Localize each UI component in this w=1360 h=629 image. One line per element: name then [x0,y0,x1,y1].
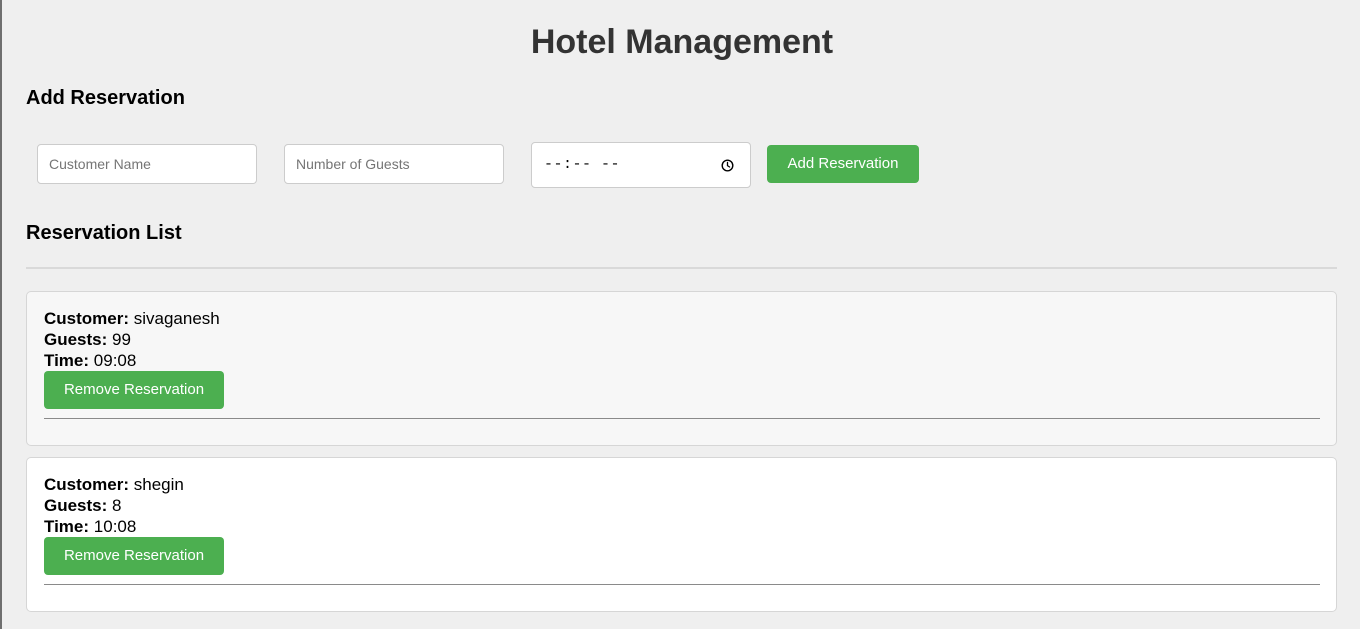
customer-field: Customer: sivaganesh [44,308,220,329]
number-of-guests-input[interactable] [284,144,504,184]
customer-field: Customer: shegin [44,474,184,495]
clock-icon[interactable] [721,159,734,172]
time-value: 09:08 [93,351,137,370]
guests-label: Guests: [44,496,108,515]
guests-field: Guests: 8 [44,495,122,516]
remove-reservation-button[interactable]: Remove Reservation [44,537,224,575]
reservation-card: Customer: shegin Guests: 8 Time: 10:08 R… [26,457,1337,612]
time-label: Time: [44,351,90,370]
customer-value: sivaganesh [133,309,220,328]
add-reservation-button[interactable]: Add Reservation [767,145,919,183]
guests-field: Guests: 99 [44,329,131,350]
add-reservation-heading: Add Reservation [26,87,185,109]
customer-label: Customer: [44,309,130,328]
page-title: Hotel Management [530,23,834,61]
guests-label: Guests: [44,330,108,349]
remove-reservation-button[interactable]: Remove Reservation [44,371,224,409]
reservation-card: Customer: sivaganesh Guests: 99 Time: 09… [26,291,1337,446]
time-field: Time: 09:08 [44,350,136,371]
card-divider [44,418,1320,419]
card-divider [44,584,1320,585]
reservation-list-heading: Reservation List [26,222,182,244]
guests-value: 8 [112,496,122,515]
customer-label: Customer: [44,475,130,494]
customer-name-input[interactable] [37,144,257,184]
guests-value: 99 [112,330,131,349]
time-input-value: --:-- -- [544,156,621,173]
time-input[interactable]: --:-- -- [531,142,751,188]
time-field: Time: 10:08 [44,516,136,537]
time-label: Time: [44,517,90,536]
time-value: 10:08 [93,517,137,536]
section-divider [26,267,1337,269]
customer-value: shegin [133,475,184,494]
